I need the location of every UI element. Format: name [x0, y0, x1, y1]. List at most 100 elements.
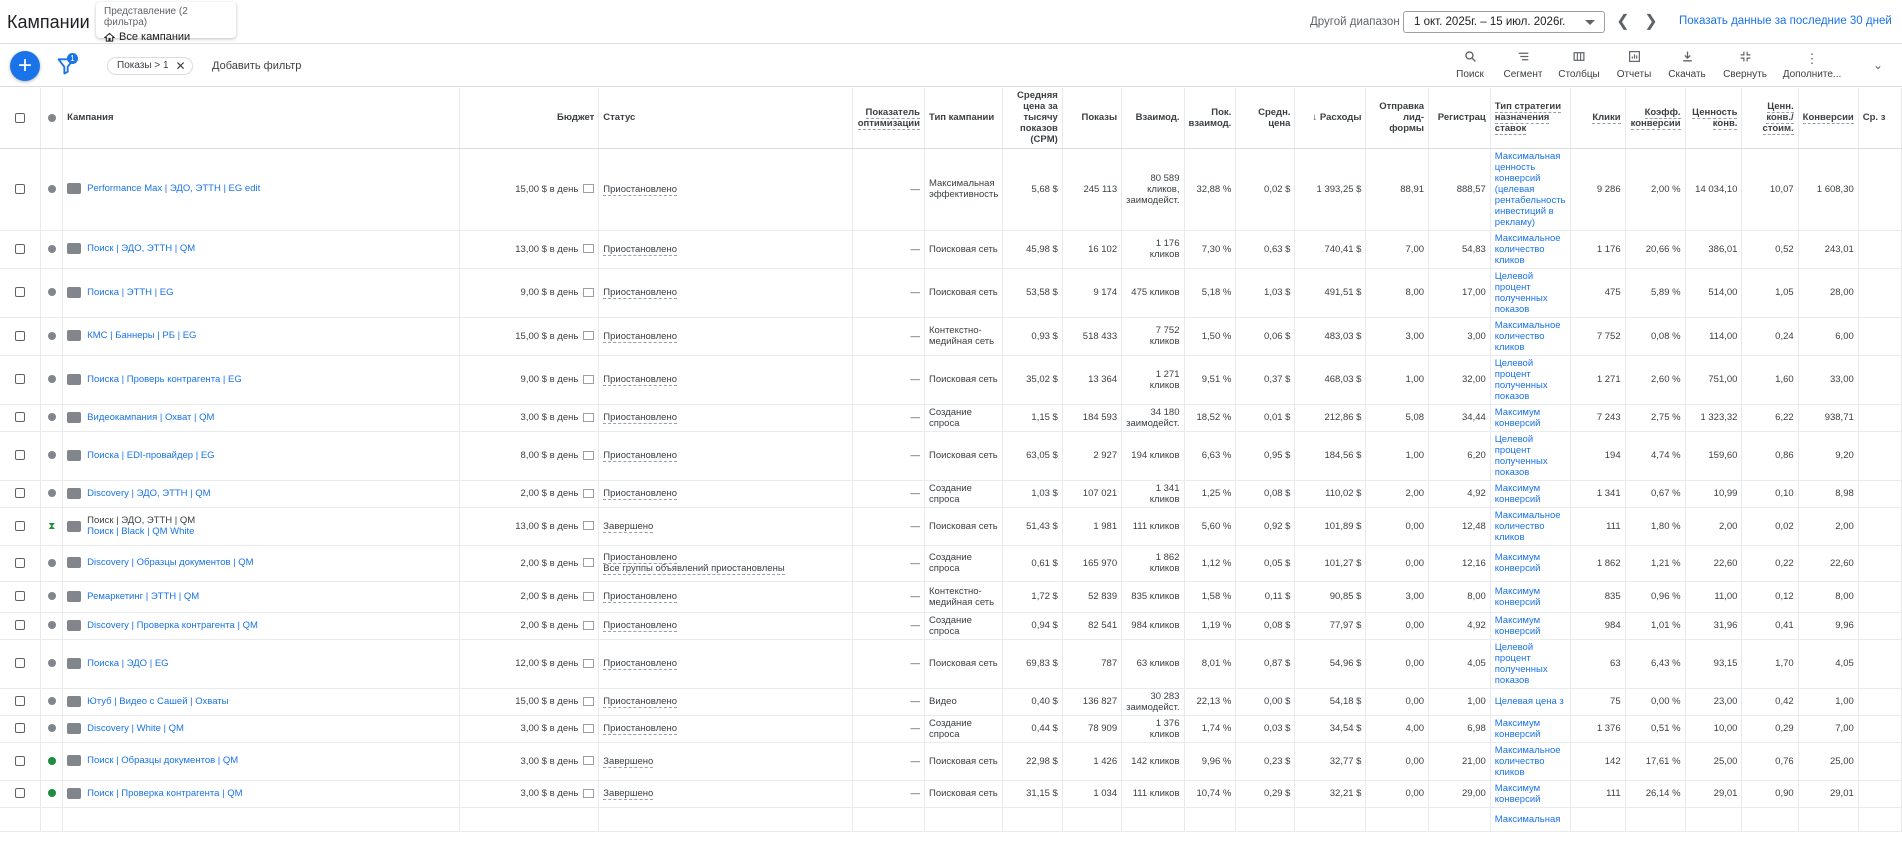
bid-strategy-cell[interactable]: Целевой процент полученных показов [1490, 268, 1571, 318]
row-status-dot[interactable] [40, 639, 64, 689]
add-filter-button[interactable]: Добавить фильтр [212, 60, 301, 72]
bid-strategy-cell[interactable]: Максимальная ценность конверсий (целевая… [1490, 148, 1571, 231]
col-cost-per-conv[interactable]: Ср. з [1858, 88, 1902, 149]
row-checkbox[interactable] [0, 581, 42, 613]
budget-cell[interactable]: 15,00 $ в день [459, 688, 600, 716]
budget-chart-icon[interactable] [583, 591, 595, 601]
col-conv-value[interactable]: Ценность конв. [1685, 88, 1743, 149]
budget-cell[interactable]: 3,00 $ в день [459, 715, 600, 743]
row-status-dot[interactable] [40, 317, 64, 356]
campaign-name[interactable]: Поиска | ЭТТН | EG [87, 287, 173, 298]
chevron-left-icon[interactable]: ❮ [1612, 10, 1634, 32]
campaign-name[interactable]: Discovery | Образцы документов | QM [87, 558, 253, 569]
campaign-name[interactable]: Поиск | ЭДО, ЭТТН | QM [87, 244, 195, 255]
row-status-dot[interactable] [40, 807, 64, 832]
date-range-dropdown[interactable]: 1 окт. 2025г. – 15 июл. 2026г. [1403, 11, 1605, 33]
bid-strategy-cell[interactable]: Максимум конверсий [1490, 780, 1571, 808]
budget-cell[interactable]: 13,00 $ в день [459, 230, 600, 269]
budget-chart-icon[interactable] [583, 696, 595, 706]
bid-strategy-cell[interactable]: Максимальное количество кликов [1490, 507, 1571, 546]
table-row[interactable]: Поиска | Проверь контрагента | EG 9,00 $ … [0, 355, 1902, 405]
status-value[interactable]: Приостановлено [603, 374, 677, 386]
bid-strategy-cell[interactable]: Максимум конверсий [1490, 480, 1571, 508]
campaign-name[interactable]: КМС | Баннеры | РБ | EG [87, 331, 196, 342]
budget-cell[interactable]: 15,00 $ в день [459, 317, 600, 356]
budget-cell[interactable]: 8,00 $ в день [459, 431, 600, 481]
col-opt-score[interactable]: Показатель оптимизации [852, 88, 925, 149]
row-checkbox[interactable] [0, 355, 42, 405]
status-value[interactable]: Приостановлено [603, 243, 677, 256]
table-row[interactable]: КМС | Баннеры | РБ | EG 15,00 $ в день При… [0, 317, 1902, 356]
bid-strategy-cell[interactable]: Максимальное количество кликов [1490, 317, 1571, 356]
col-bid-strategy[interactable]: Тип стратегии назначения ставок [1490, 88, 1571, 149]
row-checkbox[interactable] [0, 742, 42, 781]
row-checkbox[interactable] [0, 715, 42, 743]
col-campaign[interactable]: Кампания [62, 88, 460, 149]
tool-download[interactable]: Скачать [1661, 50, 1713, 84]
row-status-dot[interactable] [40, 612, 64, 640]
row-status-dot[interactable] [40, 355, 64, 405]
bid-strategy-cell[interactable]: Максимум конверсий [1490, 404, 1571, 432]
col-budget[interactable]: Бюджет [459, 88, 600, 149]
budget-chart-icon[interactable] [583, 620, 595, 630]
budget-cell[interactable]: 2,00 $ в день [459, 480, 600, 508]
col-clicks[interactable]: Клики [1570, 88, 1626, 149]
col-avg-cost[interactable]: Средн. цена [1235, 88, 1296, 149]
status-value[interactable]: Приостановлено [603, 591, 677, 603]
tool-segment[interactable]: Сегмент [1497, 50, 1549, 84]
row-checkbox[interactable] [0, 480, 42, 508]
row-status-dot[interactable] [40, 268, 64, 318]
col-impressions[interactable]: Показы [1062, 88, 1123, 149]
status-value[interactable]: Завершено [603, 755, 654, 768]
bid-strategy-cell[interactable]: Максимум конверсий [1490, 545, 1571, 582]
table-row[interactable]: Поиск | ЭДО, ЭТТН | QM 13,00 $ в день Прио… [0, 230, 1902, 269]
budget-chart-icon[interactable] [583, 184, 595, 194]
table-row[interactable]: Максимальная [0, 807, 1902, 832]
row-status-dot[interactable] [40, 688, 64, 716]
show-last-30-days-link[interactable]: Показать данные за последние 30 дней [1679, 15, 1892, 27]
budget-chart-icon[interactable] [583, 558, 595, 568]
table-row[interactable]: Discovery | White | QM 3,00 $ в день Приос… [0, 715, 1902, 743]
bid-strategy-cell[interactable]: Максимальное количество кликов [1490, 230, 1571, 269]
budget-chart-icon[interactable] [583, 788, 595, 798]
col-interaction-rate[interactable]: Пок. взаимод. [1184, 88, 1237, 149]
bid-strategy-cell[interactable]: Целевой процент полученных показов [1490, 355, 1571, 405]
table-row[interactable]: ⧗ Поиск | ЭДО, ЭТТН | QM Поиск | Black | Q… [0, 507, 1902, 546]
campaign-name[interactable]: Поиска | Проверь контрагента | EG [87, 374, 242, 385]
status-value[interactable]: Приостановлено [603, 696, 677, 708]
status-value[interactable]: Завершено [603, 520, 654, 533]
tool-search[interactable]: Поиск [1444, 50, 1496, 84]
col-conv-value-cost[interactable]: Ценн. конв./ стоим. [1741, 88, 1799, 149]
row-status-dot[interactable] [40, 230, 64, 269]
status-value[interactable]: Приостановлено [603, 488, 677, 500]
campaign-name[interactable]: Поиск | Проверка контрагента | QM [87, 788, 242, 799]
budget-cell[interactable]: 3,00 $ в день [459, 780, 600, 808]
campaign-name[interactable]: Ремаркетинг | ЭТТН | QM [87, 591, 199, 602]
row-checkbox[interactable] [0, 431, 42, 481]
bid-strategy-cell[interactable]: Целевая цена з [1490, 688, 1571, 716]
row-checkbox[interactable] [0, 268, 42, 318]
row-checkbox[interactable] [0, 639, 42, 689]
table-row[interactable]: Ютуб | Видео с Сашей | Охваты 15,00 $ в д… [0, 688, 1902, 716]
table-row[interactable]: Поиск | Проверка контрагента | QM 3,00 $ … [0, 780, 1902, 808]
row-status-dot[interactable]: ⧗ [40, 507, 64, 546]
budget-cell[interactable] [459, 807, 600, 832]
table-row[interactable]: Ремаркетинг | ЭТТН | QM 2,00 $ в день Прио… [0, 581, 1902, 613]
status-value[interactable]: Приостановлено [603, 183, 677, 196]
status-value[interactable]: Приостановлено [603, 450, 677, 462]
campaign-name[interactable]: Поиска | EDI-провайдер | EG [87, 450, 214, 461]
table-row[interactable]: Поиска | ЭДО | EG 12,00 $ в день Приостано… [0, 639, 1902, 689]
status-value[interactable]: Приостановлено [603, 412, 677, 424]
campaign-name[interactable]: Performance Max | ЭДО, ЭТТН | EG edit [87, 184, 260, 195]
campaign-name[interactable]: Поиска | ЭДО | EG [87, 658, 168, 669]
budget-chart-icon[interactable] [583, 412, 595, 422]
campaign-name[interactable]: Ютуб | Видео с Сашей | Охваты [87, 696, 228, 707]
row-checkbox[interactable] [0, 780, 42, 808]
campaign-name[interactable]: Discovery | Проверка контрагента | QM [87, 620, 258, 631]
budget-chart-icon[interactable] [583, 374, 595, 384]
col-interactions[interactable]: Взаимод. [1121, 88, 1185, 149]
chevron-down-icon[interactable]: ⌄ [1873, 58, 1883, 72]
campaign-name[interactable]: Видеокампания | Охват | QM [87, 412, 214, 423]
campaign-name[interactable]: Discovery | White | QM [87, 723, 184, 734]
budget-cell[interactable]: 2,00 $ в день [459, 612, 600, 640]
